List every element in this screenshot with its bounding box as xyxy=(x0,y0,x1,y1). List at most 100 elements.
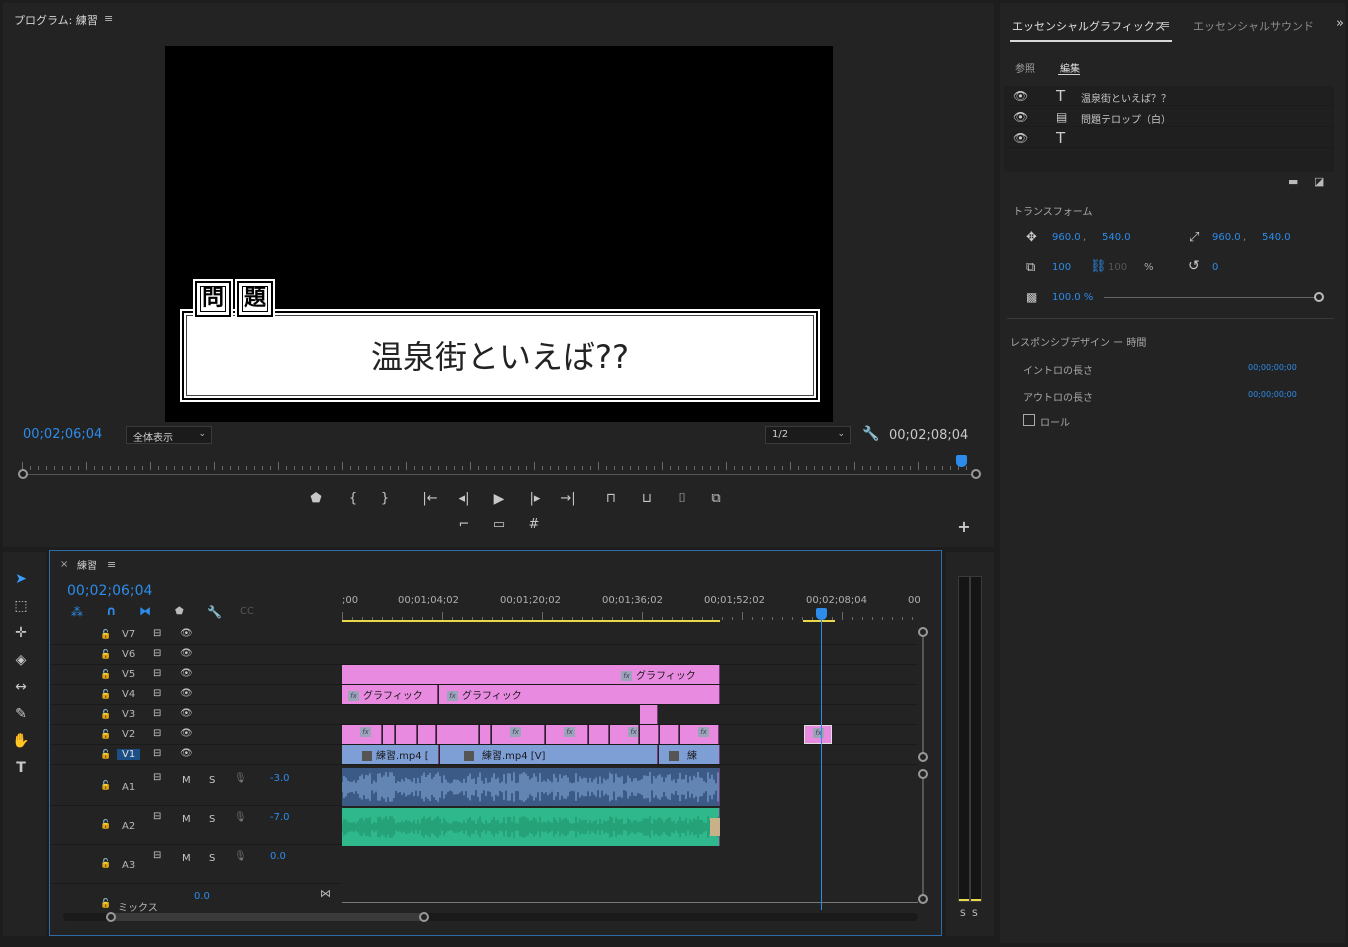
track-name[interactable]: A2 xyxy=(122,821,135,832)
mute-button[interactable]: M xyxy=(182,814,191,825)
sync-lock-icon[interactable]: ⊟ xyxy=(153,668,161,679)
timeline-ruler[interactable] xyxy=(342,608,918,620)
sync-lock-icon[interactable]: ⊟ xyxy=(153,648,161,659)
microphone-icon[interactable]: 🎙 xyxy=(234,812,247,823)
resolution-select[interactable]: 1/2 ⌄ xyxy=(765,426,851,444)
clip-audio-a1[interactable] xyxy=(342,768,720,806)
extract-button[interactable]: ⊔ xyxy=(638,490,656,508)
track-name[interactable]: V6 xyxy=(122,649,135,660)
scale-value[interactable]: 100 xyxy=(1052,262,1071,273)
link-scale-icon[interactable]: ⛓ xyxy=(1090,259,1107,274)
timeline-settings-icon[interactable]: 🔧 xyxy=(207,605,222,619)
eye-icon[interactable]: 👁 xyxy=(180,708,193,719)
mix-jump-icon[interactable]: ⋈ xyxy=(320,887,331,900)
subtab-edit[interactable]: 編集 xyxy=(1060,60,1080,75)
ripple-edit-tool-icon[interactable]: ✛ xyxy=(11,623,31,643)
audio-track-row[interactable]: 🔓 A2 ⊟ M S 🎙 -7.0 xyxy=(50,806,342,845)
vscroll-audio[interactable] xyxy=(922,774,924,900)
anchor-x-value[interactable]: 960.0 xyxy=(1212,232,1241,243)
panel-menu-icon[interactable]: ≡ xyxy=(107,558,116,571)
clip-graphic-v5[interactable]: fx グラフィック xyxy=(342,665,720,684)
clip-graphic-v2[interactable] xyxy=(660,725,679,744)
track-name[interactable]: V4 xyxy=(122,689,135,700)
lock-icon[interactable]: 🔓 xyxy=(100,710,111,720)
clip-video-v1-b[interactable]: 練習.mp4 [V] xyxy=(440,745,658,764)
nest-icon[interactable]: ⁂ xyxy=(71,605,83,619)
program-monitor-title[interactable]: プログラム: 練習 xyxy=(14,12,98,28)
lock-icon[interactable]: 🔓 xyxy=(100,730,111,740)
toggle-overlay-button[interactable]: ▭ xyxy=(490,516,508,534)
clip-graphic-v2[interactable] xyxy=(383,725,395,744)
roll-checkbox[interactable] xyxy=(1023,414,1035,426)
clip-graphic-v2[interactable]: fx xyxy=(680,725,719,744)
eye-icon[interactable]: 👁 xyxy=(180,688,193,699)
sync-lock-icon[interactable]: ⊟ xyxy=(153,708,161,719)
go-to-in-button[interactable]: |← xyxy=(421,490,439,508)
type-tool-icon[interactable]: T xyxy=(11,758,31,778)
clip-graphic-v2-far[interactable]: fx xyxy=(804,725,832,744)
intro-length-value[interactable]: 00;00;00;00 xyxy=(1248,363,1297,372)
add-marker-button[interactable]: ⬟ xyxy=(307,490,325,508)
play-button[interactable]: ▶ xyxy=(490,490,508,508)
audio-keyframe-handle[interactable] xyxy=(710,818,720,836)
vscroll-video-bottom[interactable] xyxy=(918,752,928,762)
sync-lock-icon[interactable]: ⊟ xyxy=(153,688,161,699)
layer-row[interactable]: 👁 ▤ 問題テロップ（白） xyxy=(1006,107,1334,127)
panel-menu-icon[interactable]: ≡ xyxy=(104,12,113,25)
rotation-value[interactable]: 0 xyxy=(1212,262,1218,273)
opacity-slider-handle[interactable] xyxy=(1314,292,1324,302)
work-area-bar[interactable] xyxy=(342,620,720,622)
lock-icon[interactable]: 🔓 xyxy=(100,650,111,660)
eye-icon[interactable]: 👁 xyxy=(1013,110,1028,124)
clip-graphic-v2[interactable] xyxy=(418,725,436,744)
meter-solo-right-button[interactable]: S xyxy=(972,909,978,919)
add-button-icon[interactable]: + xyxy=(955,518,973,536)
horizontal-scrollbar-thumb[interactable] xyxy=(110,913,424,921)
eye-icon[interactable]: 👁 xyxy=(180,648,193,659)
pen-tool-icon[interactable]: ✎ xyxy=(11,704,31,724)
eye-icon[interactable]: 👁 xyxy=(1013,131,1028,145)
lock-icon[interactable]: 🔓 xyxy=(100,750,111,760)
sync-lock-icon[interactable]: ⊟ xyxy=(153,628,161,639)
step-forward-button[interactable]: |▸ xyxy=(526,490,544,508)
lock-icon[interactable]: 🔓 xyxy=(100,820,111,830)
ruler-in-handle[interactable] xyxy=(18,469,28,479)
zoom-select[interactable]: 全体表示 ⌄ xyxy=(126,426,212,444)
clip-graphic-v4-a[interactable]: fx グラフィック xyxy=(342,685,438,704)
clip-graphic-v2[interactable] xyxy=(640,725,659,744)
outro-length-value[interactable]: 00;00;00;00 xyxy=(1248,390,1297,399)
track-select-tool-icon[interactable]: ⬚ xyxy=(11,596,31,616)
clip-video-v1-a[interactable]: 練習.mp4 [ xyxy=(342,745,439,764)
clip-graphic-v2[interactable]: fx xyxy=(492,725,545,744)
mix-lock-icon[interactable]: 🔓 xyxy=(100,899,111,909)
anchor-y-value[interactable]: 540.0 xyxy=(1262,232,1291,243)
sync-lock-icon[interactable]: ⊟ xyxy=(153,748,161,759)
eye-icon[interactable]: 👁 xyxy=(180,668,193,679)
eye-icon[interactable]: 👁 xyxy=(180,748,193,759)
subtab-browse[interactable]: 参照 xyxy=(1015,60,1035,75)
audio-track-row[interactable]: 🔓 A1 ⊟ M S 🎙 -3.0 xyxy=(50,767,342,806)
add-marker-icon[interactable]: ⬟ xyxy=(175,606,184,617)
vscroll-audio-bottom[interactable] xyxy=(918,894,928,904)
go-to-out-button[interactable]: →| xyxy=(559,490,577,508)
video-track-row[interactable]: 🔓 V7 ⊟ 👁 xyxy=(50,625,918,645)
track-name[interactable]: V1 xyxy=(117,749,141,760)
selection-tool-icon[interactable]: ➤ xyxy=(11,569,31,589)
work-area-bar-2[interactable] xyxy=(803,620,835,622)
mix-volume-value[interactable]: 0.0 xyxy=(194,891,210,902)
position-x-value[interactable]: 960.0 xyxy=(1052,232,1081,243)
export-frame-icon[interactable]: ⌷ xyxy=(673,490,691,508)
eye-icon[interactable]: 👁 xyxy=(1013,89,1028,103)
linked-selection-icon[interactable]: ⧓ xyxy=(139,604,151,618)
track-name[interactable]: A3 xyxy=(122,860,135,871)
close-icon[interactable]: × xyxy=(60,559,68,570)
track-name[interactable]: V5 xyxy=(122,669,135,680)
track-name[interactable]: V3 xyxy=(122,709,135,720)
opacity-slider-track[interactable] xyxy=(1104,297,1319,298)
program-time-ruler[interactable] xyxy=(16,456,978,470)
track-volume-value[interactable]: -3.0 xyxy=(270,773,290,784)
captions-icon[interactable]: CC xyxy=(240,606,254,617)
track-name[interactable]: V2 xyxy=(122,729,135,740)
vscroll-video-top[interactable] xyxy=(918,627,928,637)
eye-icon[interactable]: 👁 xyxy=(180,728,193,739)
